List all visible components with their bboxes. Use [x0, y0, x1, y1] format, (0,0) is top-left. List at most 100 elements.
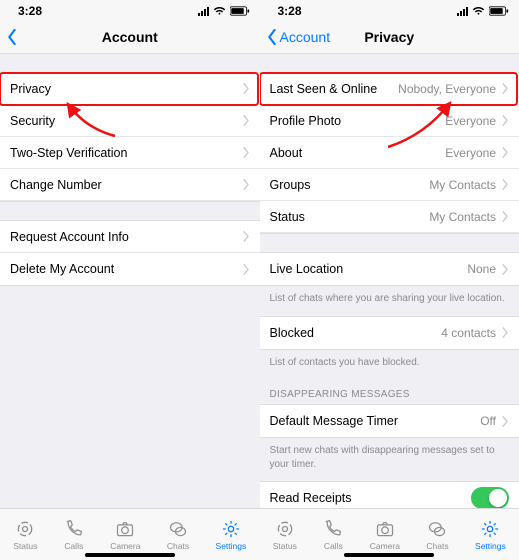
tab-calls[interactable]: Calls	[323, 519, 343, 551]
group-account-actions: Request Account Info Delete My Account	[0, 220, 260, 286]
row-label: Change Number	[10, 178, 102, 192]
row-value: Everyone	[445, 114, 496, 128]
status-bar: 3:28	[0, 0, 260, 20]
group-live-location: Live Location None	[260, 252, 519, 286]
chevron-right-icon	[502, 327, 509, 338]
camera-icon	[375, 519, 395, 539]
back-button[interactable]: Account	[266, 29, 331, 45]
group-blocked: Blocked 4 contacts	[260, 316, 519, 350]
chevron-right-icon	[243, 147, 250, 158]
row-label: About	[270, 146, 303, 160]
chevron-right-icon	[502, 416, 509, 427]
chevron-right-icon	[502, 83, 509, 94]
phone-icon	[64, 519, 84, 539]
chevron-left-icon	[6, 29, 18, 45]
live-location-note: List of chats where you are sharing your…	[260, 286, 519, 316]
tab-chats[interactable]: Chats	[167, 519, 189, 551]
row-value: None	[467, 262, 496, 276]
row-value: Nobody, Everyone	[398, 82, 496, 96]
screen-privacy: 3:28 Account Privacy Last Seen & Online …	[260, 0, 519, 560]
row-profile-photo[interactable]: Profile Photo Everyone	[260, 105, 519, 137]
row-label: Default Message Timer	[270, 414, 399, 428]
chevron-right-icon	[243, 231, 250, 242]
wifi-icon	[213, 6, 226, 16]
back-label: Account	[280, 29, 331, 45]
cellular-icon	[198, 7, 209, 16]
tab-calls[interactable]: Calls	[64, 519, 84, 551]
row-value: My Contacts	[429, 178, 496, 192]
chevron-right-icon	[243, 179, 250, 190]
row-security[interactable]: Security	[0, 105, 260, 137]
battery-icon	[230, 6, 250, 16]
tab-camera[interactable]: Camera	[370, 519, 400, 551]
chevron-left-icon	[266, 29, 278, 45]
row-label: Blocked	[270, 326, 314, 340]
group-default-timer: Default Message Timer Off	[260, 404, 519, 438]
row-value: My Contacts	[429, 210, 496, 224]
row-label: Groups	[270, 178, 311, 192]
chevron-right-icon	[502, 264, 509, 275]
row-change-number[interactable]: Change Number	[0, 169, 260, 201]
nav-title: Privacy	[364, 29, 414, 45]
tab-status[interactable]: Status	[13, 519, 37, 551]
nav-header: Account	[0, 20, 260, 54]
tab-settings[interactable]: Settings	[216, 519, 247, 551]
chevron-right-icon	[502, 147, 509, 158]
row-label: Request Account Info	[10, 230, 129, 244]
section-header-disappearing: Disappearing Messages	[260, 379, 519, 404]
row-privacy[interactable]: Privacy	[0, 73, 260, 105]
tab-status[interactable]: Status	[273, 519, 297, 551]
chevron-right-icon	[502, 179, 509, 190]
battery-icon	[489, 6, 509, 16]
camera-icon	[115, 519, 135, 539]
screen-account: 3:28 Account Privacy Security Two-Step V…	[0, 0, 260, 560]
row-groups[interactable]: Groups My Contacts	[260, 169, 519, 201]
blocked-note: List of contacts you have blocked.	[260, 350, 519, 380]
row-value: Off	[480, 414, 496, 428]
chats-icon	[427, 519, 447, 539]
row-two-step[interactable]: Two-Step Verification	[0, 137, 260, 169]
group-account-settings: Privacy Security Two-Step Verification C…	[0, 72, 260, 202]
nav-header: Account Privacy	[260, 20, 519, 54]
tab-camera[interactable]: Camera	[110, 519, 140, 551]
row-about[interactable]: About Everyone	[260, 137, 519, 169]
status-icons	[457, 6, 509, 16]
row-label: Privacy	[10, 82, 51, 96]
gear-icon	[221, 519, 241, 539]
gear-icon	[480, 519, 500, 539]
tab-settings[interactable]: Settings	[475, 519, 506, 551]
scroll-area[interactable]: Last Seen & Online Nobody, Everyone Prof…	[260, 54, 519, 508]
row-label: Profile Photo	[270, 114, 342, 128]
row-label: Two-Step Verification	[10, 146, 127, 160]
tab-chats[interactable]: Chats	[426, 519, 448, 551]
row-request-info[interactable]: Request Account Info	[0, 221, 260, 253]
chats-icon	[168, 519, 188, 539]
chevron-right-icon	[243, 264, 250, 275]
status-time: 3:28	[18, 4, 42, 18]
back-button[interactable]	[6, 29, 18, 45]
row-label: Live Location	[270, 262, 344, 276]
scroll-area[interactable]: Privacy Security Two-Step Verification C…	[0, 54, 260, 508]
row-read-receipts: Read Receipts	[260, 482, 519, 508]
toggle-read-receipts[interactable]	[471, 487, 509, 508]
status-icons	[198, 6, 250, 16]
row-blocked[interactable]: Blocked 4 contacts	[260, 317, 519, 349]
nav-title: Account	[102, 29, 158, 45]
default-timer-note: Start new chats with disappearing messag…	[260, 438, 519, 481]
row-live-location[interactable]: Live Location None	[260, 253, 519, 285]
chevron-right-icon	[502, 115, 509, 126]
row-delete-account[interactable]: Delete My Account	[0, 253, 260, 285]
row-value: Everyone	[445, 146, 496, 160]
row-status[interactable]: Status My Contacts	[260, 201, 519, 233]
row-last-seen[interactable]: Last Seen & Online Nobody, Everyone	[260, 73, 519, 105]
status-icon	[15, 519, 35, 539]
home-indicator	[344, 553, 434, 557]
row-label: Security	[10, 114, 55, 128]
status-time: 3:28	[278, 4, 302, 18]
status-icon	[275, 519, 295, 539]
row-label: Read Receipts	[270, 491, 352, 505]
row-default-timer[interactable]: Default Message Timer Off	[260, 405, 519, 437]
chevron-right-icon	[502, 211, 509, 222]
cellular-icon	[457, 7, 468, 16]
chevron-right-icon	[243, 115, 250, 126]
